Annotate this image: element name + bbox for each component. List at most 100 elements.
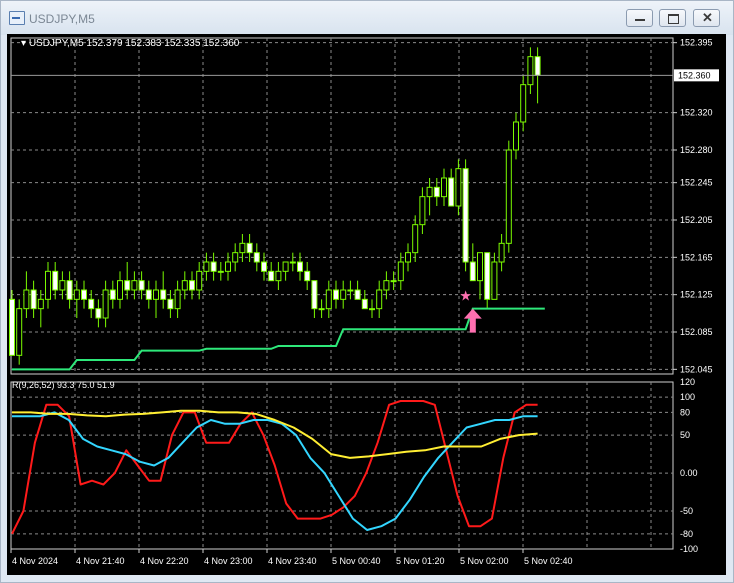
candle-body — [232, 252, 239, 263]
candle-body — [145, 289, 152, 300]
candle-body — [246, 242, 253, 254]
candle-body — [109, 289, 116, 300]
candle-body — [484, 252, 491, 300]
candle-body — [45, 270, 51, 300]
time-tick-label: 5 Nov 00:40 — [332, 556, 381, 566]
candle-body — [73, 289, 80, 300]
candle-body — [160, 289, 167, 300]
candle-body — [16, 308, 23, 356]
price-tick-label: 152.320 — [680, 108, 713, 118]
candle-body — [167, 298, 174, 310]
candle-body — [138, 280, 145, 291]
chart-header-text: USDJPY,M5 152.379 152.383 152.335 152.36… — [29, 38, 240, 49]
candle-body — [412, 224, 419, 254]
candle-body — [325, 289, 332, 310]
candle-body — [210, 261, 217, 272]
candle-body — [203, 261, 210, 272]
candle-body — [405, 252, 411, 263]
candle-body — [520, 84, 527, 123]
candle-body — [297, 261, 303, 272]
minimize-icon — [635, 19, 645, 21]
maximize-icon — [668, 14, 679, 24]
candle-body — [95, 308, 102, 319]
symbol-dropdown-icon[interactable]: ▾ — [21, 38, 29, 49]
close-button[interactable]: ✕ — [693, 9, 720, 27]
candle-body — [239, 242, 246, 254]
candle-body — [318, 308, 325, 311]
candle-body — [426, 186, 433, 198]
candle-body — [477, 252, 483, 282]
time-tick-label: 4 Nov 23:00 — [204, 556, 253, 566]
candle-body — [37, 298, 44, 310]
maximize-button[interactable] — [659, 9, 686, 27]
time-tick-label: 4 Nov 22:20 — [140, 556, 189, 566]
time-tick-label: 5 Nov 02:00 — [460, 556, 509, 566]
price-chart[interactable]: ★ 152.395 152.320 152.280 152.245 152.205 152… — [7, 34, 726, 575]
candle-body — [153, 289, 159, 300]
indicator-tick-label: -50 — [680, 506, 693, 516]
candle-body — [196, 270, 203, 291]
candle-body — [311, 280, 318, 310]
candle-body — [102, 289, 109, 319]
price-tick-label: 152.165 — [680, 252, 713, 262]
candle-body — [117, 280, 123, 300]
candle-body — [462, 168, 469, 263]
candle-body — [289, 261, 296, 264]
candle-body — [131, 280, 138, 291]
indicator-tick-label: 80 — [680, 407, 690, 417]
signals: ★ — [459, 289, 482, 333]
price-tick-label: 152.085 — [680, 327, 713, 337]
window-title: USDJPY,M5 — [29, 12, 95, 26]
candle-body — [433, 186, 440, 198]
candle-body — [340, 289, 347, 300]
candle-body — [347, 289, 354, 292]
candle-body — [81, 289, 87, 300]
candle-body — [174, 289, 181, 310]
candle-body — [361, 298, 368, 310]
price-tick-label: 152.205 — [680, 215, 713, 225]
candle-body — [534, 56, 541, 76]
candle-body — [282, 261, 289, 272]
time-tick-label: 5 Nov 01:20 — [396, 556, 445, 566]
chart-header: ▾ USDJPY,M5 152.379 152.383 152.335 152.… — [21, 38, 240, 49]
candle-body — [441, 177, 447, 198]
candle-body — [354, 289, 361, 300]
candle-body — [505, 149, 512, 244]
price-tick-label: 152.280 — [680, 145, 713, 155]
indicator-header: R(9,26,52) 93.3 75.0 51.9 — [12, 380, 115, 390]
candle-body — [304, 270, 311, 282]
candle-body — [369, 308, 375, 311]
candle-body — [275, 270, 282, 282]
candle-body — [376, 289, 383, 310]
candle-body — [52, 270, 59, 291]
minimize-button[interactable] — [626, 9, 653, 27]
title-bar[interactable]: USDJPY,M5 ✕ — [1, 1, 733, 35]
candle-body — [397, 261, 404, 282]
candle-body — [124, 280, 131, 291]
candle-body — [59, 280, 66, 291]
candle-body — [88, 298, 95, 310]
candle-body — [455, 168, 462, 207]
price-tick-label: 152.045 — [680, 364, 713, 374]
candle-body — [181, 280, 188, 291]
candle-body — [527, 56, 534, 86]
candle-body — [66, 280, 73, 300]
indicator-tick-label: 50 — [680, 430, 690, 440]
indicator-tick-label: 0.00 — [680, 468, 698, 478]
candle-body — [189, 280, 195, 291]
indicator-tick-label: 100 — [680, 392, 695, 402]
candle-body — [217, 270, 224, 273]
time-tick-label: 4 Nov 23:40 — [268, 556, 317, 566]
price-tick-label: 152.395 — [680, 38, 713, 48]
indicator-tick-label: -100 — [680, 544, 698, 554]
time-tick-label: 4 Nov 2024 — [12, 556, 58, 566]
candle-body — [268, 270, 275, 282]
time-tick-label: 4 Nov 21:40 — [76, 556, 125, 566]
candle-body — [9, 298, 15, 356]
price-tick-label: 152.245 — [680, 178, 713, 188]
candle-body — [30, 289, 37, 310]
price-panel-border — [10, 37, 674, 375]
chart-area[interactable]: ★ 152.395 152.320 152.280 152.245 152.205 152… — [7, 34, 726, 575]
indicator-tick-label: -80 — [680, 529, 693, 539]
candle-body — [491, 261, 498, 300]
